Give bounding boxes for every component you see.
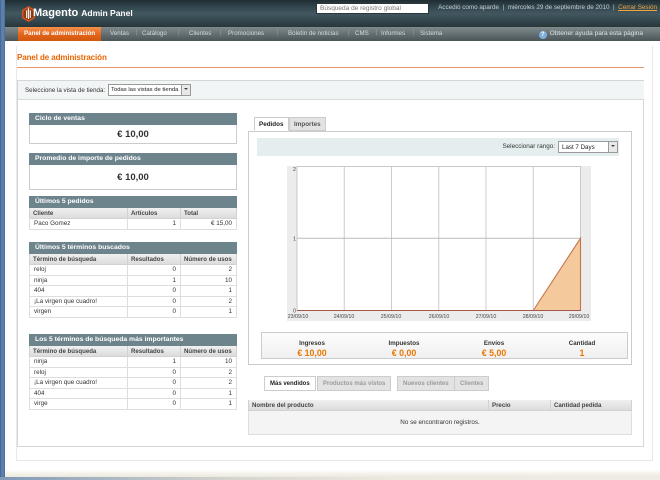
svg-text:1: 1: [293, 237, 296, 243]
svg-text:28/09/10: 28/09/10: [523, 314, 544, 320]
svg-text:2: 2: [293, 167, 296, 173]
svg-text:27/09/10: 27/09/10: [476, 314, 497, 320]
svg-text:23/09/10: 23/09/10: [288, 314, 309, 320]
svg-text:25/09/10: 25/09/10: [381, 314, 402, 320]
svg-text:24/09/10: 24/09/10: [334, 314, 355, 320]
svg-text:29/09/10: 29/09/10: [569, 314, 590, 320]
svg-text:26/09/10: 26/09/10: [429, 314, 450, 320]
